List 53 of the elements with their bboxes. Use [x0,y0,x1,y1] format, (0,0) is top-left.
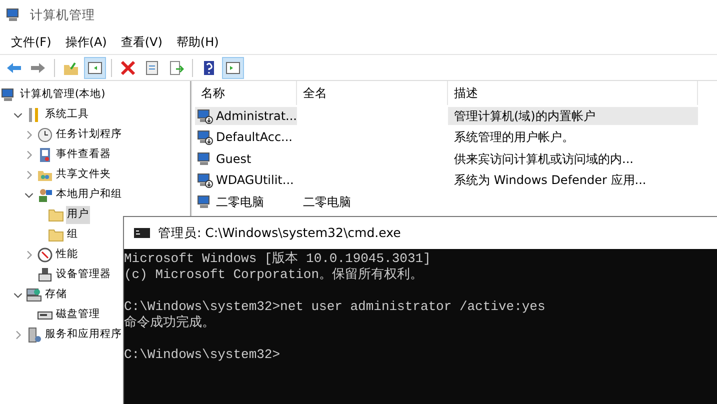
help-icon [201,60,217,76]
tree-item[interactable]: 性能 [55,246,79,264]
description: 系统为 Windows Defender 应用... [454,173,646,188]
menu-item[interactable]: 查看(V) [114,33,170,51]
show-tree-icon [87,60,103,76]
console-line: Microsoft Windows [版本 10.0.19045.3031] [124,251,432,267]
folder-icon [48,227,64,243]
full-name: 二零电脑 [303,194,351,209]
menu-item[interactable]: 操作(A) [58,33,114,51]
tree-item[interactable]: 任务计划程序 [55,126,123,144]
tree-item[interactable]: 组 [66,226,79,244]
device-icon [37,267,53,283]
column-header[interactable]: 名称 [195,81,297,105]
delete-icon [120,60,136,76]
menu-item[interactable]: 帮助(H) [169,33,226,51]
menu-item[interactable]: 文件(F) [4,33,58,51]
tree-item[interactable]: 用户 [66,206,90,224]
tree-item[interactable]: 系统工具 [44,106,90,124]
description: 管理计算机(域)的内置帐户 [454,108,596,123]
console-title: 管理员: C:\Windows\system32\cmd.exe [158,224,401,242]
console-line: C:\Windows\system32> [124,347,282,363]
description: 系统管理的用户帐户。 [454,130,574,144]
folder-up-icon [63,60,79,76]
column-header[interactable]: 全名 [297,81,448,105]
console-line: 命令成功完成。 [124,315,216,331]
tree-item[interactable]: 设备管理器 [55,266,112,284]
clock-icon [37,127,53,143]
description: 供来宾访问计算机或访问域的内... [454,152,634,166]
column-header[interactable]: 描述 [448,81,698,105]
export-list-icon [168,60,184,76]
tree-item[interactable]: 共享文件夹 [55,166,112,184]
users-icon [37,187,53,203]
tree-item[interactable]: 存储 [44,286,68,304]
properties-icon [144,60,160,76]
show-tree-button[interactable] [84,56,106,78]
server-gear-icon [26,327,42,343]
user-name[interactable]: Guest [216,150,252,168]
tree-item[interactable]: 服务和应用程序 [44,326,123,344]
folder-icon [48,207,64,223]
tree-item[interactable]: 磁盘管理 [55,306,101,324]
storage-icon [26,287,42,303]
console-icon [134,225,150,241]
gauge-icon [37,247,53,263]
console-line: (c) Microsoft Corporation。保留所有权利。 [124,267,424,283]
tree-item[interactable]: 本地用户和组 [55,186,123,204]
console-line: C:\Windows\system32>net user administrator /active:yes [124,299,546,315]
user-name[interactable]: 二零电脑 [216,192,264,211]
tree-item[interactable]: 事件查看器 [55,146,112,164]
show-action-pane-icon [225,60,241,76]
tree-item[interactable]: 计算机管理(本地) [19,86,106,104]
log-book-icon [37,147,53,163]
show-action-pane-button[interactable] [222,56,244,78]
window-title: 计算机管理 [30,6,95,24]
